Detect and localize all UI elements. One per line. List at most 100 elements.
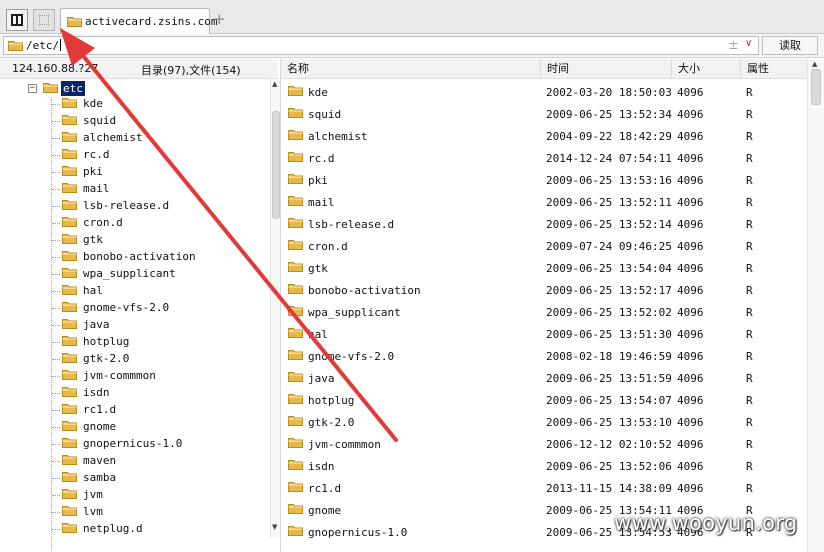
cell-size: 4096 xyxy=(677,240,704,253)
history-dropdown-button[interactable]: ∨ xyxy=(745,38,752,49)
new-window-button[interactable] xyxy=(33,9,55,31)
tab-active-site[interactable]: activecard.zsins.com xyxy=(60,8,217,34)
folder-icon xyxy=(288,152,303,162)
folder-icon xyxy=(62,472,77,482)
folder-icon xyxy=(288,284,303,294)
folder-icon xyxy=(62,489,77,499)
tree-item-label: kde xyxy=(83,97,103,110)
column-time[interactable]: 时间 xyxy=(541,59,672,79)
scroll-thumb[interactable] xyxy=(811,69,821,105)
folder-icon xyxy=(62,387,77,397)
folder-icon xyxy=(288,306,303,316)
path-value: /etc/ xyxy=(26,39,62,52)
table-row[interactable]: bonobo-activation 2009-06-25 13:52:17 4096… xyxy=(281,279,807,301)
folder-icon xyxy=(62,98,77,108)
table-row[interactable]: squid 2009-06-25 13:52:34 4096 R xyxy=(281,103,807,125)
column-size[interactable]: 大小 xyxy=(672,59,741,79)
folder-icon xyxy=(288,328,303,338)
tree-item-label: jvm xyxy=(83,488,103,501)
tree-connector xyxy=(52,376,60,377)
cell-time: 2009-06-25 13:54:04 xyxy=(546,262,672,275)
tree-connector xyxy=(52,206,60,207)
cell-size: 4096 xyxy=(677,108,704,121)
server-ip: 124.160.88.?27 xyxy=(12,62,99,75)
cell-attr: R xyxy=(746,350,753,363)
scroll-up-arrow-icon[interactable]: ▲ xyxy=(272,80,277,88)
tree-scrollbar[interactable]: ▲ ▼ xyxy=(270,79,280,538)
tree-connector xyxy=(52,512,60,513)
folder-icon xyxy=(62,200,77,210)
cell-time: 2009-06-25 13:52:14 xyxy=(546,218,672,231)
table-row[interactable]: hal 2009-06-25 13:51:30 4096 R xyxy=(281,323,807,345)
tree-connector xyxy=(52,325,60,326)
collapse-toggle-icon[interactable]: − xyxy=(28,84,37,93)
cell-attr: R xyxy=(746,482,753,495)
cell-attr: R xyxy=(746,240,753,253)
table-row[interactable]: rc.d 2014-12-24 07:54:11 4096 R xyxy=(281,147,807,169)
cell-size: 4096 xyxy=(677,284,704,297)
tree-connector xyxy=(52,410,60,411)
column-name[interactable]: 名称 xyxy=(281,59,541,79)
address-bar: /etc/ ± ∨ 读取 xyxy=(0,34,824,58)
table-row[interactable]: gnome-vfs-2.0 2008-02-18 19:46:59 4096 R xyxy=(281,345,807,367)
folder-icon xyxy=(288,460,303,470)
scroll-up-arrow-icon[interactable]: ▲ xyxy=(812,60,817,68)
folder-icon xyxy=(67,17,82,27)
cell-attr: R xyxy=(746,284,753,297)
folder-icon xyxy=(62,183,77,193)
file-list-scrollbar[interactable]: ▲ xyxy=(807,59,824,552)
scroll-thumb[interactable] xyxy=(272,111,280,219)
cell-time: 2009-06-25 13:52:34 xyxy=(546,108,672,121)
cell-attr: R xyxy=(746,86,753,99)
bookmark-add-button[interactable]: ± xyxy=(728,38,739,53)
cell-name: java xyxy=(308,372,335,385)
table-row[interactable]: pki 2009-06-25 13:53:16 4096 R xyxy=(281,169,807,191)
tree-connector xyxy=(52,291,60,292)
table-row[interactable]: cron.d 2009-07-24 09:46:25 4096 R xyxy=(281,235,807,257)
panel-toggle-button[interactable] xyxy=(6,9,28,31)
table-row[interactable]: hotplug 2009-06-25 13:54:07 4096 R xyxy=(281,389,807,411)
table-row[interactable]: mail 2009-06-25 13:52:11 4096 R xyxy=(281,191,807,213)
cell-size: 4096 xyxy=(677,130,704,143)
scroll-down-arrow-icon[interactable]: ▼ xyxy=(272,523,277,531)
tree-header: 124.160.88.?27 目录(97),文件(154) xyxy=(0,59,278,79)
table-row[interactable]: alchemist 2004-09-22 18:42:29 4096 R xyxy=(281,125,807,147)
window-icon xyxy=(39,15,49,25)
add-tab-button[interactable]: + xyxy=(213,12,226,27)
cell-attr: R xyxy=(746,306,753,319)
cell-name: hal xyxy=(308,328,328,341)
table-row[interactable]: isdn 2009-06-25 13:52:06 4096 R xyxy=(281,455,807,477)
cell-attr: R xyxy=(746,416,753,429)
cell-attr: R xyxy=(746,262,753,275)
folder-icon xyxy=(62,251,77,261)
cell-size: 4096 xyxy=(677,460,704,473)
cell-name: gtk xyxy=(308,262,328,275)
tree-connector xyxy=(52,393,60,394)
table-row[interactable]: kde 2002-03-20 18:50:03 4096 R xyxy=(281,81,807,103)
folder-icon xyxy=(288,350,303,360)
tree-connector xyxy=(52,240,60,241)
tree-connector xyxy=(52,461,60,462)
path-input[interactable]: /etc/ ± ∨ xyxy=(3,36,759,55)
tree-connector xyxy=(52,155,60,156)
table-row[interactable]: lsb-release.d 2009-06-25 13:52:14 4096 R xyxy=(281,213,807,235)
cell-size: 4096 xyxy=(677,306,704,319)
table-row[interactable]: gtk 2009-06-25 13:54:04 4096 R xyxy=(281,257,807,279)
tree-item-label: bonobo-activation xyxy=(83,250,196,263)
cell-name: gnome xyxy=(308,504,342,517)
tree-item-label: hal xyxy=(83,284,103,297)
table-row[interactable]: rc1.d 2013-11-15 14:38:09 4096 R xyxy=(281,477,807,499)
read-button[interactable]: 读取 xyxy=(762,36,818,55)
cell-attr: R xyxy=(746,328,753,341)
folder-icon xyxy=(288,174,303,184)
tab-bar: activecard.zsins.com + xyxy=(0,0,824,34)
cell-attr: R xyxy=(746,108,753,121)
table-row[interactable]: gtk-2.0 2009-06-25 13:53:10 4096 R xyxy=(281,411,807,433)
table-row[interactable]: jvm-commmon 2006-12-12 02:10:52 4096 R xyxy=(281,433,807,455)
cell-attr: R xyxy=(746,460,753,473)
tree-connector xyxy=(52,427,60,428)
table-row[interactable]: wpa_supplicant 2009-06-25 13:52:02 4096 R xyxy=(281,301,807,323)
column-attr[interactable]: 属性 xyxy=(741,59,807,79)
cell-size: 4096 xyxy=(677,152,704,165)
table-row[interactable]: java 2009-06-25 13:51:59 4096 R xyxy=(281,367,807,389)
